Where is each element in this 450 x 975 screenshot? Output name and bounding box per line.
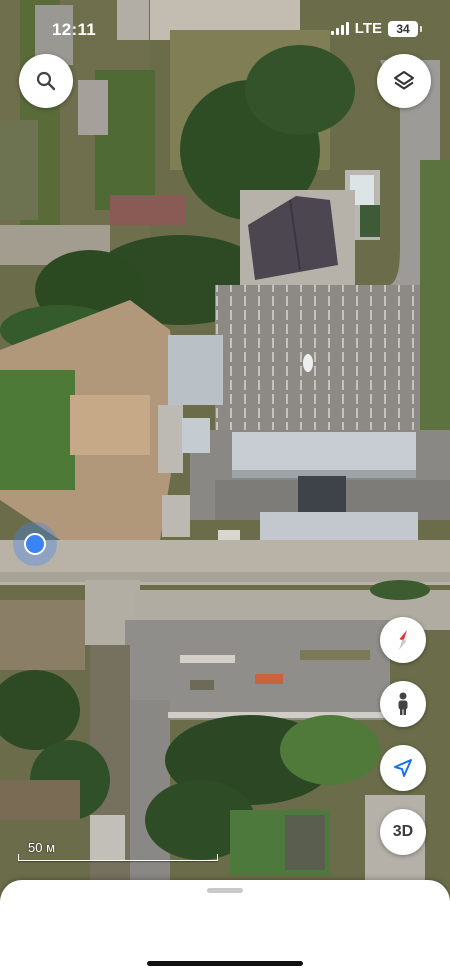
scale-label: 50 м <box>28 840 56 855</box>
sheet-drag-handle[interactable] <box>207 888 243 893</box>
cellular-signal-icon <box>330 22 349 35</box>
my-location-button[interactable] <box>380 745 426 791</box>
home-indicator[interactable] <box>147 961 303 966</box>
street-view-button[interactable] <box>380 681 426 727</box>
scale-line <box>18 854 218 861</box>
status-indicators: LTE 34 <box>330 20 422 37</box>
network-type: LTE <box>354 20 382 37</box>
compass-button[interactable] <box>380 617 426 663</box>
view-3d-label: 3D <box>392 823 414 840</box>
search-button[interactable] <box>19 54 73 108</box>
layers-button[interactable] <box>377 54 431 108</box>
search-icon <box>36 71 56 91</box>
user-location-marker[interactable] <box>13 522 57 566</box>
view-3d-button[interactable]: 3D <box>380 809 426 855</box>
battery-icon: 34 <box>388 20 422 37</box>
compass-icon <box>399 630 407 650</box>
status-time: 12:11 <box>52 20 97 39</box>
map-scale-bar: 50 м <box>18 840 218 862</box>
user-location-dot <box>24 533 46 555</box>
navigation-arrow-icon <box>394 759 412 777</box>
pegman-icon <box>398 692 408 715</box>
layers-icon <box>394 71 414 90</box>
status-bar: 12:11 LTE 34 <box>0 0 450 60</box>
